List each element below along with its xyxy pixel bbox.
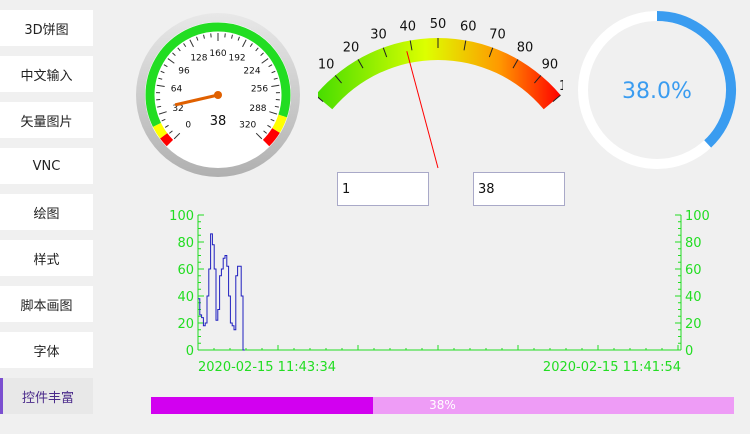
gauge-tick-label: 192: [228, 54, 245, 64]
sidebar-item-7[interactable]: 字体: [0, 332, 93, 368]
chart-x-label-start: 2020-02-15 11:43:34: [198, 360, 336, 375]
chart-x-label-end: 2020-02-15 11:41:54: [543, 360, 681, 375]
gauge-tick-label: 64: [171, 84, 183, 94]
arc-tick-label: 60: [460, 20, 477, 35]
arc-tick-label: 40: [400, 20, 417, 35]
sidebar-item-2[interactable]: 矢量图片: [0, 102, 93, 138]
sidebar-item-6[interactable]: 脚本画图: [0, 286, 93, 322]
gauge-tick-label: 96: [178, 66, 190, 76]
gauge-value: 38: [210, 114, 227, 129]
chart-right-tick-label: 0: [685, 344, 693, 359]
arc-tick-label: 10: [318, 58, 334, 73]
sidebar-item-label: 3D饼图: [24, 22, 69, 38]
sidebar-item-3[interactable]: VNC: [0, 148, 93, 184]
arc-tick-label: 30: [370, 27, 387, 42]
chart-right-tick-label: 20: [685, 317, 702, 332]
gauge-tick-label: 128: [190, 54, 207, 64]
ring-label: 38.0%: [622, 79, 692, 104]
sidebar-item-5[interactable]: 样式: [0, 240, 93, 276]
sidebar-item-label: 中文输入: [20, 68, 73, 84]
chart-left-tick-label: 100: [169, 209, 194, 224]
sidebar-item-label: 脚本画图: [20, 298, 73, 314]
gauge-tick-label: 160: [209, 49, 226, 59]
arc-tick-label: 90: [542, 58, 559, 73]
gauge-band-0: [160, 133, 174, 147]
sidebar-item-1[interactable]: 中文输入: [0, 56, 93, 92]
sidebar-item-label: 绘图: [33, 206, 60, 222]
sidebar-item-label: 字体: [33, 344, 60, 360]
chart-right-tick-label: 40: [685, 290, 702, 305]
realtime-chart: 0 0 20 20 40 40 60 60 80 80 100 100 2020-02-15 11:43…: [169, 209, 710, 375]
gauge-tick-label: 224: [243, 66, 260, 76]
gauge-band-1: [152, 122, 168, 139]
sidebar: 3D饼图中文输入矢量图片 VNC 绘图样式脚本画图字体控件丰富: [0, 0, 100, 434]
sidebar-item-label: VNC: [32, 158, 61, 174]
chart-series-line: [198, 233, 245, 351]
arc-needle: [406, 51, 439, 169]
arc-tick-label: 70: [489, 27, 506, 42]
arc-tick-label: 100: [559, 79, 563, 94]
chart-right-tick-label: 80: [685, 236, 702, 251]
sidebar-item-label: 样式: [33, 252, 60, 268]
ring-progress: 38.0%: [578, 11, 736, 169]
progress-bar: 38%: [151, 397, 734, 414]
sidebar-item-4[interactable]: 绘图: [0, 194, 93, 230]
gauge-hub: [214, 91, 222, 99]
arc-tick-label: 80: [517, 40, 534, 55]
arc-tick-label: 50: [430, 18, 447, 32]
chart-left-tick-label: 80: [177, 236, 194, 251]
sidebar-item-label: 矢量图片: [20, 114, 73, 130]
gauge-tick-label: 256: [251, 84, 268, 94]
chart-left-tick-label: 60: [177, 263, 194, 278]
arc-gauge: 0102030405060708090100: [318, 18, 563, 169]
sidebar-item-8[interactable]: 控件丰富: [0, 378, 93, 414]
chart-left-tick-label: 20: [177, 317, 194, 332]
chart-right-tick-label: 60: [685, 263, 702, 278]
gauge-tick-label: 0: [185, 121, 191, 131]
chart-right-tick-label: 100: [685, 209, 710, 224]
gauge-tick-label: 288: [249, 104, 266, 114]
progress-label: 38%: [429, 398, 456, 412]
gauge-tick-label: 320: [239, 121, 256, 131]
round-gauge: 0326496128 160 19222425628832038: [136, 13, 300, 177]
chart-left-tick-label: 40: [177, 290, 194, 305]
sidebar-item-label: 控件丰富: [21, 390, 74, 406]
arc-tick-label: 20: [343, 40, 360, 55]
chart-left-tick-label: 0: [186, 344, 194, 359]
sidebar-item-0[interactable]: 3D饼图: [0, 10, 93, 46]
